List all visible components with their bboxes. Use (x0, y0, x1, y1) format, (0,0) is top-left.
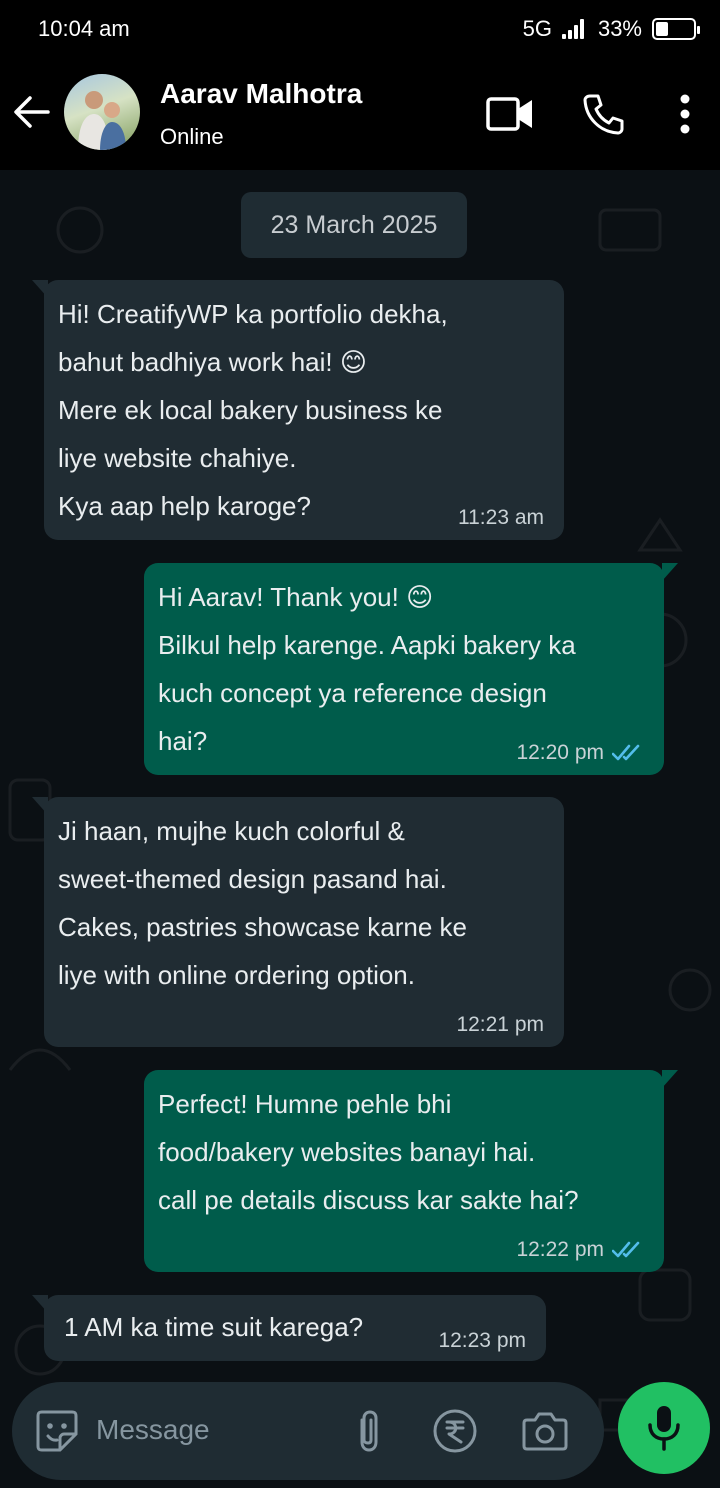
message-composer: Message (12, 1382, 604, 1480)
sticker-icon[interactable] (32, 1406, 82, 1456)
message-input[interactable]: Message (96, 1414, 210, 1446)
message-meta: 12:21 pm (456, 1013, 544, 1037)
message-time: 12:22 pm (516, 1238, 604, 1261)
attachment-icon[interactable] (344, 1406, 394, 1456)
message-text: Hi! CreatifyWP ka portfolio dekha, bahut… (58, 299, 448, 521)
more-options-icon[interactable] (660, 88, 710, 140)
message-bubble-incoming[interactable]: 1 AM ka time suit karega? 12:23 pm (32, 1295, 546, 1361)
contact-status: Online (160, 124, 224, 149)
microphone-button[interactable] (618, 1382, 710, 1474)
battery-icon (652, 18, 700, 40)
back-arrow-icon[interactable] (12, 90, 52, 134)
camera-icon[interactable] (520, 1406, 570, 1456)
status-time: 10:04 am (38, 16, 130, 41)
message-bubble-incoming[interactable]: Ji haan, mujhe kuch colorful & sweet-the… (32, 797, 564, 1047)
microphone-icon (648, 1406, 680, 1451)
avatar[interactable] (64, 74, 140, 150)
signal-icon (561, 19, 588, 39)
message-meta: 12:23 pm (438, 1329, 526, 1353)
message-meta: 12:20 pm (516, 741, 644, 765)
read-ticks-icon (612, 744, 640, 761)
message-text: Hi Aarav! Thank you! 😊 Bilkul help karen… (158, 582, 576, 756)
message-time: 12:21 pm (456, 1013, 544, 1036)
status-bar: 10:04 am 5G 33% (0, 0, 720, 60)
contact-name[interactable]: Aarav Malhotra (160, 78, 362, 110)
status-indicators: 5G 33% (522, 16, 700, 42)
voice-call-icon[interactable] (578, 88, 630, 140)
message-time: 11:23 am (458, 506, 544, 529)
video-call-icon[interactable] (484, 88, 536, 140)
message-bubble-outgoing[interactable]: Hi Aarav! Thank you! 😊 Bilkul help karen… (144, 563, 678, 775)
message-bubble-outgoing[interactable]: Perfect! Humne pehle bhi food/bakery web… (144, 1070, 678, 1272)
message-time: 12:23 pm (438, 1329, 526, 1352)
date-chip: 23 March 2025 (241, 192, 467, 258)
chat-header: Aarav Malhotra Online (0, 60, 720, 170)
message-time: 12:20 pm (516, 741, 604, 764)
chat-area[interactable]: 23 March 2025 Hi! CreatifyWP ka portfoli… (0, 170, 720, 1488)
message-meta: 12:22 pm (516, 1238, 644, 1262)
message-meta: 11:23 am (458, 506, 544, 530)
message-text: Perfect! Humne pehle bhi food/bakery web… (158, 1089, 579, 1215)
network-type: 5G (522, 16, 552, 41)
message-bubble-incoming[interactable]: Hi! CreatifyWP ka portfolio dekha, bahut… (32, 280, 564, 540)
message-text: Ji haan, mujhe kuch colorful & sweet-the… (58, 816, 467, 990)
rupee-payment-icon[interactable] (430, 1406, 480, 1456)
battery-percent: 33% (597, 16, 642, 41)
read-ticks-icon (612, 1241, 640, 1258)
